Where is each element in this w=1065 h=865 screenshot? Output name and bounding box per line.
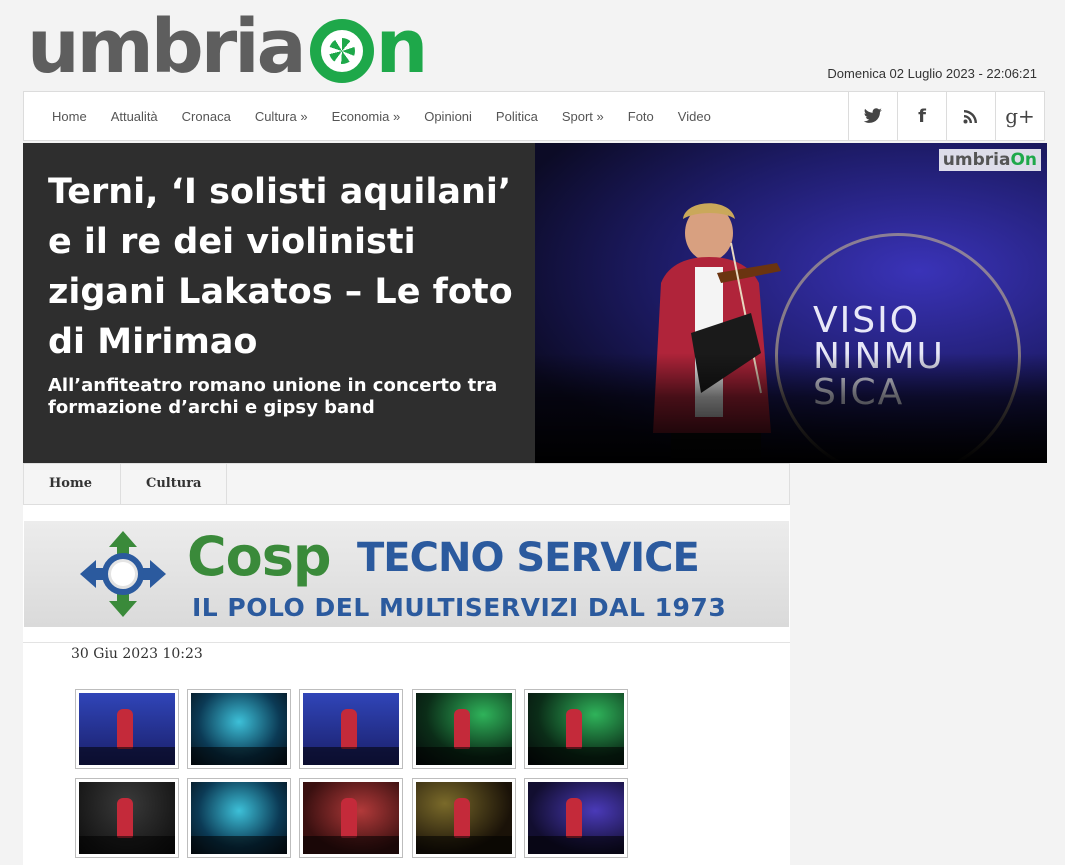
gallery-thumb[interactable] xyxy=(299,689,403,769)
nav-item-cultura[interactable]: Cultura » xyxy=(255,109,308,124)
photo-watermark: umbriaOn xyxy=(938,149,1041,171)
gallery-image xyxy=(416,693,512,765)
site-logo[interactable]: umbria n xyxy=(27,4,429,90)
gallery-image xyxy=(303,693,399,765)
ad-banner-cosp[interactable]: Cosp TECNO SERVICE IL POLO DEL MULTISERV… xyxy=(24,521,789,627)
gallery-image xyxy=(191,693,287,765)
orchestra-foreground xyxy=(535,353,1047,463)
watermark-on: On xyxy=(1010,150,1037,170)
rss-icon[interactable] xyxy=(946,92,995,140)
performer-figure xyxy=(117,709,133,749)
gallery-image xyxy=(416,782,512,854)
facebook-glyph: f xyxy=(918,105,926,127)
nav-item-sport[interactable]: Sport » xyxy=(562,109,604,124)
twitter-icon[interactable] xyxy=(848,92,897,140)
gallery-thumb[interactable] xyxy=(75,778,179,858)
article-content: Cosp TECNO SERVICE IL POLO DEL MULTISERV… xyxy=(23,505,790,865)
logo-text-umbria: umbria xyxy=(27,4,307,90)
current-date: Domenica 02 Luglio 2023 - 22:06:21 xyxy=(827,66,1037,81)
gallery-image xyxy=(79,693,175,765)
featured-article[interactable]: Terni, ‘I solisti aquilani’ e il re dei … xyxy=(23,143,1047,463)
nav-item-video[interactable]: Video xyxy=(678,109,711,124)
content-divider xyxy=(23,642,790,643)
article-title[interactable]: Terni, ‘I solisti aquilani’ e il re dei … xyxy=(48,167,518,367)
performer-figure xyxy=(454,798,470,838)
gallery-thumb[interactable] xyxy=(187,689,291,769)
logo-text-n: n xyxy=(375,4,429,90)
breadcrumb-home[interactable]: Home xyxy=(24,464,121,504)
gallery-thumb[interactable] xyxy=(524,778,628,858)
banner-name: TECNO SERVICE xyxy=(357,535,700,581)
gallery-image xyxy=(79,782,175,854)
google-plus-icon[interactable]: g+ xyxy=(995,92,1044,140)
gallery-thumb[interactable] xyxy=(187,778,291,858)
cosp-logo-icon xyxy=(80,531,166,617)
watermark-umbria: umbria xyxy=(942,150,1011,170)
nav-menu: Home Attualità Cronaca Cultura » Economi… xyxy=(52,92,735,140)
nav-item-attualita[interactable]: Attualità xyxy=(111,109,158,124)
gallery-thumb[interactable] xyxy=(299,778,403,858)
nav-item-foto[interactable]: Foto xyxy=(628,109,654,124)
banner-brand: Cosp xyxy=(187,525,332,588)
performer-figure xyxy=(454,709,470,749)
performer-figure xyxy=(566,798,582,838)
featured-text-panel: Terni, ‘I solisti aquilani’ e il re dei … xyxy=(23,143,535,463)
google-plus-glyph: g+ xyxy=(1005,104,1035,128)
main-navigation: Home Attualità Cronaca Cultura » Economi… xyxy=(23,91,1045,141)
facebook-icon[interactable]: f xyxy=(897,92,946,140)
nav-item-opinioni[interactable]: Opinioni xyxy=(424,109,472,124)
banner-tagline: IL POLO DEL MULTISERVIZI DAL 1973 xyxy=(192,593,727,622)
performer-figure xyxy=(341,798,357,838)
stage-line-1: VISIO xyxy=(813,300,921,341)
breadcrumb-cultura[interactable]: Cultura xyxy=(121,464,228,504)
nav-item-economia[interactable]: Economia » xyxy=(332,109,401,124)
performer-figure xyxy=(341,709,357,749)
social-links: f g+ xyxy=(848,92,1044,140)
post-date: 30 Giu 2023 10:23 xyxy=(71,646,203,662)
gallery-image xyxy=(528,782,624,854)
performer-figure xyxy=(566,709,582,749)
performer-figure xyxy=(117,798,133,838)
gallery-thumb[interactable] xyxy=(412,778,516,858)
gallery-image xyxy=(303,782,399,854)
nav-item-home[interactable]: Home xyxy=(52,109,87,124)
article-subtitle: All’anfiteatro romano unione in concerto… xyxy=(48,375,498,418)
featured-photo[interactable]: VISIO NINMU SICA umbriaOn xyxy=(535,143,1047,463)
gallery-image xyxy=(191,782,287,854)
gallery-image xyxy=(528,693,624,765)
logo-aperture-icon xyxy=(309,19,374,83)
nav-item-politica[interactable]: Politica xyxy=(496,109,538,124)
gallery-thumb[interactable] xyxy=(412,689,516,769)
breadcrumb: Home Cultura xyxy=(23,463,790,505)
gallery-thumb[interactable] xyxy=(524,689,628,769)
gallery-thumb[interactable] xyxy=(75,689,179,769)
nav-item-cronaca[interactable]: Cronaca xyxy=(182,109,231,124)
